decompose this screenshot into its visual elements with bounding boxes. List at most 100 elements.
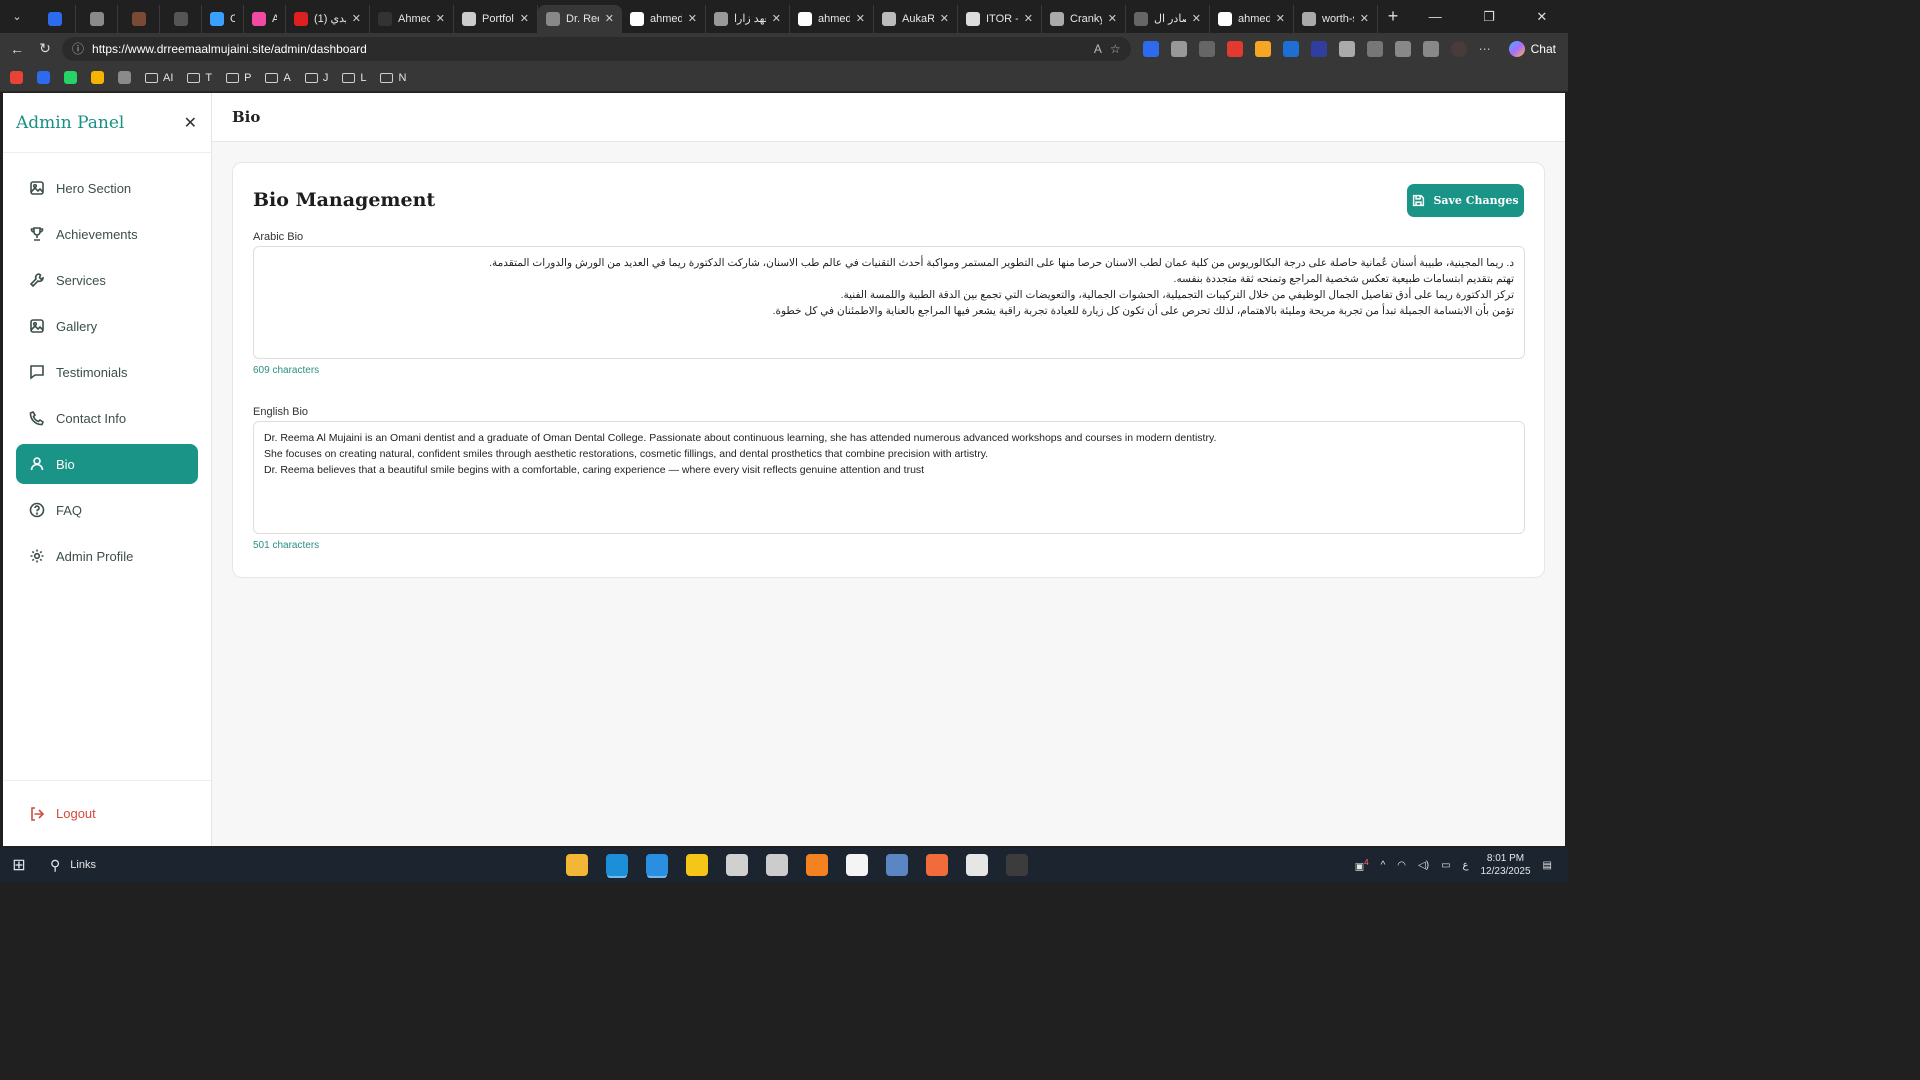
extension-icon[interactable] xyxy=(1198,40,1215,57)
browser-tab[interactable]: ITOR - Id ✕ xyxy=(958,4,1042,33)
sidebar-item-hero-section[interactable]: Hero Section xyxy=(16,168,198,208)
site-info-icon[interactable]: ⓘ xyxy=(72,40,84,57)
taskbar-search[interactable]: ⚲ Links xyxy=(38,857,508,874)
browser-tab[interactable]: مصادر ال ✕ xyxy=(1126,4,1210,33)
browser-tab[interactable]: (1) فريدي ✕ xyxy=(286,4,370,33)
download-icon[interactable] xyxy=(1422,40,1439,57)
bookmark-item[interactable]: J xyxy=(304,72,328,84)
browser-tab[interactable]: worth-st ✕ xyxy=(1294,4,1378,33)
vscode-icon[interactable] xyxy=(646,854,668,876)
browser-tab[interactable]: ahmedra ✕ xyxy=(790,4,874,33)
tab-close-icon[interactable]: ✕ xyxy=(1276,12,1285,25)
puzzle-icon[interactable] xyxy=(1366,40,1383,57)
favorites-icon[interactable] xyxy=(1394,40,1411,57)
tab-close-icon[interactable]: ✕ xyxy=(436,12,445,25)
restore-icon[interactable]: ❐ xyxy=(1483,9,1495,25)
browser-tab[interactable]: Ahmed R ✕ xyxy=(370,4,454,33)
browser-tab[interactable] xyxy=(118,4,160,33)
chat-button[interactable]: Chat xyxy=(1503,40,1562,57)
clock-icon[interactable] xyxy=(726,854,748,876)
bookmark-item[interactable]: L xyxy=(342,72,366,84)
browser-tab[interactable]: معهد زارا ✕ xyxy=(706,4,790,33)
new-tab-button[interactable]: + xyxy=(1378,6,1408,27)
notification-app-icon[interactable]: ▣4 xyxy=(1355,858,1369,872)
extension-icon[interactable] xyxy=(1338,40,1355,57)
more-menu-icon[interactable]: ⋯ xyxy=(1479,42,1491,56)
sidebar-item-admin-profile[interactable]: Admin Profile xyxy=(16,536,198,576)
sidebar-item-services[interactable]: Services xyxy=(16,260,198,300)
clock[interactable]: 8:01 PM 12/23/2025 xyxy=(1480,852,1530,878)
tab-close-icon[interactable]: ✕ xyxy=(772,12,781,25)
tab-close-icon[interactable]: ✕ xyxy=(1192,12,1201,25)
bookmark-item[interactable]: T xyxy=(187,72,212,84)
tab-close-icon[interactable]: ✕ xyxy=(1360,12,1369,25)
url-field[interactable]: ⓘ https://www.drreemaalmujaini.site/admi… xyxy=(62,36,1131,61)
extension-icon[interactable] xyxy=(1254,40,1271,57)
tab-close-icon[interactable]: ✕ xyxy=(352,12,361,25)
arabic-bio-textarea[interactable]: د. ريما المجينية، طبيبة أسنان عُمانية حا… xyxy=(253,246,1525,359)
extension-icon[interactable] xyxy=(1310,40,1327,57)
tab-close-icon[interactable]: ✕ xyxy=(940,12,949,25)
browser-tab[interactable]: Dr. Reem ✕ xyxy=(538,4,622,33)
read-aloud-icon[interactable]: A xyxy=(1094,42,1102,56)
sidebar-item-achievements[interactable]: Achievements xyxy=(16,214,198,254)
language-indicator[interactable]: ع xyxy=(1463,860,1469,871)
sidebar-item-bio[interactable]: Bio xyxy=(16,444,198,484)
extension-icon[interactable] xyxy=(1170,40,1187,57)
browser-tab[interactable] xyxy=(34,4,76,33)
bookmark-item[interactable] xyxy=(64,71,77,84)
tab-close-icon[interactable]: ✕ xyxy=(1108,12,1117,25)
refresh-icon[interactable]: ↻ xyxy=(34,40,56,57)
bookmark-item[interactable]: A xyxy=(265,72,291,84)
english-bio-textarea[interactable]: Dr. Reema Al Mujaini is an Omani dentist… xyxy=(253,421,1525,534)
logout-button[interactable]: Logout xyxy=(3,780,211,846)
close-icon[interactable]: ✕ xyxy=(184,113,197,133)
minimize-icon[interactable]: — xyxy=(1429,9,1442,25)
bookmark-item[interactable]: P xyxy=(226,72,251,84)
sidebar-item-faq[interactable]: FAQ xyxy=(16,490,198,530)
tab-close-icon[interactable]: ✕ xyxy=(688,12,697,25)
volume-icon[interactable]: ◁) xyxy=(1418,860,1429,871)
extension-icon[interactable] xyxy=(1226,40,1243,57)
sidebar-item-gallery[interactable]: Gallery xyxy=(16,306,198,346)
tab-close-icon[interactable]: ✕ xyxy=(520,12,529,25)
terminal-icon[interactable] xyxy=(1006,854,1028,876)
file-explorer-icon[interactable] xyxy=(566,854,588,876)
keyboard-icon[interactable]: ▭ xyxy=(1441,860,1450,871)
browser-tab[interactable]: Portfolio ✕ xyxy=(454,4,538,33)
windows-start-icon[interactable]: ⊞ xyxy=(0,855,38,875)
back-icon[interactable]: ← xyxy=(6,41,28,57)
bookmark-item[interactable] xyxy=(118,71,131,84)
tab-close-icon[interactable]: ✕ xyxy=(856,12,865,25)
browser-tab[interactable]: C xyxy=(202,4,244,33)
edge-icon[interactable] xyxy=(606,854,628,876)
circle-app-icon[interactable] xyxy=(846,854,868,876)
browser-tab[interactable]: ahmedra ✕ xyxy=(1210,4,1294,33)
profile-avatar[interactable] xyxy=(1450,40,1467,57)
save-changes-button[interactable]: Save Changes xyxy=(1407,183,1524,217)
bookmark-item[interactable]: AI xyxy=(145,72,173,84)
sidebar-item-contact-info[interactable]: Contact Info xyxy=(16,398,198,438)
bookmark-item[interactable] xyxy=(91,71,104,84)
tab-actions-menu[interactable]: ⌄ xyxy=(0,0,34,33)
chevron-up-icon[interactable]: ^ xyxy=(1381,860,1386,871)
notifications-icon[interactable]: ▤ xyxy=(1543,860,1552,871)
tab-close-icon[interactable]: ✕ xyxy=(1024,12,1033,25)
bookmark-item[interactable]: N xyxy=(380,72,406,84)
extension-icon[interactable] xyxy=(1142,40,1159,57)
browser-tab[interactable] xyxy=(160,4,202,33)
wifi-icon[interactable]: ◠ xyxy=(1397,860,1406,871)
bookmark-item[interactable] xyxy=(10,71,23,84)
close-window-icon[interactable]: ✕ xyxy=(1536,9,1547,25)
tab-close-icon[interactable]: ✕ xyxy=(605,12,614,25)
extension-icon[interactable] xyxy=(1282,40,1299,57)
browser-tab[interactable]: AukaRo ✕ xyxy=(874,4,958,33)
url-text[interactable]: https://www.drreemaalmujaini.site/admin/… xyxy=(92,42,1086,56)
browser-tab[interactable]: ahmedra ✕ xyxy=(622,4,706,33)
browser-tab[interactable]: Cranky ✕ xyxy=(1042,4,1126,33)
postgres-icon[interactable] xyxy=(886,854,908,876)
sidebar-item-testimonials[interactable]: Testimonials xyxy=(16,352,198,392)
sublime-icon[interactable] xyxy=(806,854,828,876)
bookmark-item[interactable] xyxy=(37,71,50,84)
favorite-star-icon[interactable]: ☆ xyxy=(1110,42,1121,56)
